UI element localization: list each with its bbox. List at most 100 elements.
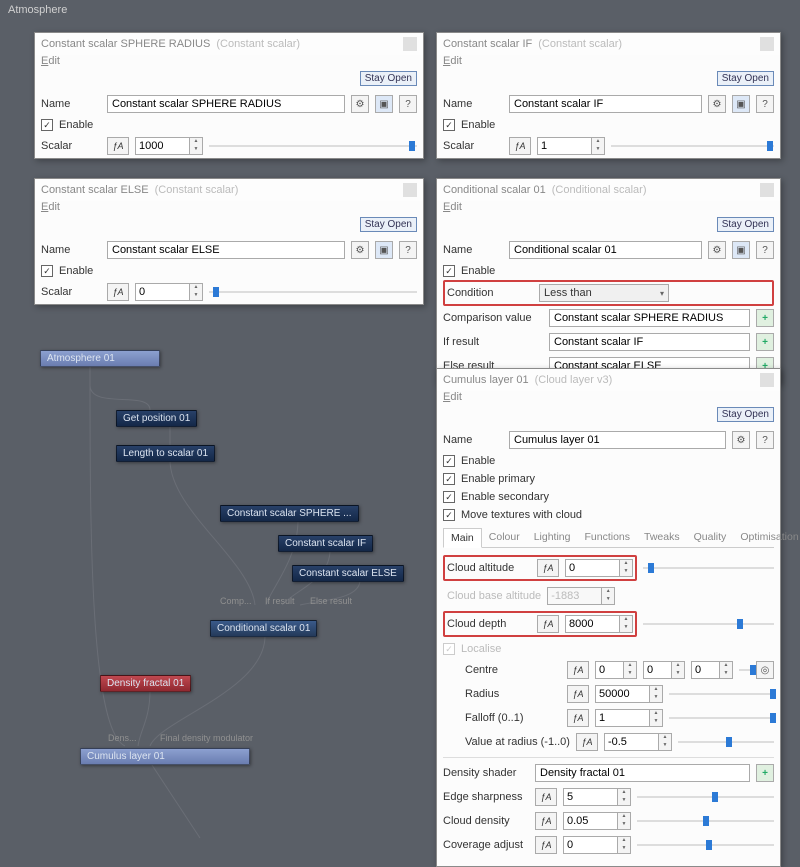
if-result-input[interactable] [549, 333, 750, 351]
close-icon[interactable] [760, 37, 774, 51]
tab-tweaks[interactable]: Tweaks [637, 528, 687, 547]
fx-button[interactable]: ƒA [107, 283, 129, 301]
cloud-depth-spinner[interactable]: ▲▼ [565, 615, 633, 633]
scalar-spinner[interactable]: ▲▼ [537, 137, 605, 155]
node-density-fractal[interactable]: Density fractal 01 [100, 675, 191, 692]
close-icon[interactable] [760, 373, 774, 387]
stay-open-button[interactable]: Stay Open [360, 217, 417, 232]
scalar-spinner[interactable]: ▲▼ [135, 283, 203, 301]
fx-button[interactable]: ƒA [576, 733, 598, 751]
centre-y-spinner[interactable]: ▲▼ [643, 661, 685, 679]
close-icon[interactable] [403, 37, 417, 51]
node-conditional[interactable]: Conditional scalar 01 [210, 620, 317, 637]
help-icon[interactable]: ? [399, 95, 417, 113]
help-icon[interactable]: ? [756, 95, 774, 113]
locate-icon[interactable]: ◎ [756, 661, 774, 679]
edge-sharpness-spinner[interactable]: ▲▼ [563, 788, 631, 806]
enable-checkbox[interactable] [41, 265, 53, 277]
fx-button[interactable]: ƒA [535, 836, 557, 854]
preview-icon[interactable]: ▣ [375, 95, 393, 113]
fx-button[interactable]: ƒA [535, 812, 557, 830]
edit-menu[interactable]: Edit [35, 201, 423, 217]
edge-sharpness-slider[interactable] [637, 790, 774, 804]
fx-button[interactable]: ƒA [537, 559, 559, 577]
centre-x-spinner[interactable]: ▲▼ [595, 661, 637, 679]
radius-slider[interactable] [669, 687, 774, 701]
centre-slider[interactable] [739, 663, 750, 677]
density-shader-input[interactable] [535, 764, 750, 782]
stay-open-button[interactable]: Stay Open [717, 71, 774, 86]
enable-checkbox[interactable] [443, 455, 455, 467]
scalar-slider[interactable] [209, 285, 417, 299]
fx-button[interactable]: ƒA [567, 685, 589, 703]
falloff-spinner[interactable]: ▲▼ [595, 709, 663, 727]
falloff-slider[interactable] [669, 711, 774, 725]
tab-optimisation[interactable]: Optimisation [733, 528, 800, 547]
scalar-spinner[interactable]: ▲▼ [135, 137, 203, 155]
fx-button[interactable]: ƒA [537, 615, 559, 633]
name-input[interactable] [107, 95, 345, 113]
value-at-radius-spinner[interactable]: ▲▼ [604, 733, 672, 751]
name-input[interactable] [509, 431, 726, 449]
enable-checkbox[interactable] [443, 119, 455, 131]
condition-select[interactable]: Less than▾ [539, 284, 669, 302]
cloud-depth-slider[interactable] [643, 617, 774, 631]
help-icon[interactable]: ? [399, 241, 417, 259]
gear-icon[interactable]: ⚙ [732, 431, 750, 449]
tab-quality[interactable]: Quality [687, 528, 734, 547]
stay-open-button[interactable]: Stay Open [360, 71, 417, 86]
name-input[interactable] [509, 95, 702, 113]
edit-menu[interactable]: Edit [35, 55, 423, 71]
gear-icon[interactable]: ⚙ [708, 95, 726, 113]
comparison-input[interactable] [549, 309, 750, 327]
radius-spinner[interactable]: ▲▼ [595, 685, 663, 703]
add-icon[interactable]: + [756, 764, 774, 782]
scalar-slider[interactable] [611, 139, 774, 153]
move-textures-checkbox[interactable] [443, 509, 455, 521]
node-length-to-scalar[interactable]: Length to scalar 01 [116, 445, 215, 462]
node-sphere[interactable]: Constant scalar SPHERE ... [220, 505, 359, 522]
centre-z-spinner[interactable]: ▲▼ [691, 661, 733, 679]
edit-menu[interactable]: Edit [437, 55, 780, 71]
tab-functions[interactable]: Functions [577, 528, 637, 547]
enable-checkbox[interactable] [41, 119, 53, 131]
node-get-position[interactable]: Get position 01 [116, 410, 197, 427]
close-icon[interactable] [760, 183, 774, 197]
node-cumulus[interactable]: Cumulus layer 01 [80, 748, 250, 765]
help-icon[interactable]: ? [756, 431, 774, 449]
cloud-altitude-slider[interactable] [643, 561, 774, 575]
add-icon[interactable]: + [756, 309, 774, 327]
fx-button[interactable]: ƒA [509, 137, 531, 155]
tab-lighting[interactable]: Lighting [527, 528, 578, 547]
gear-icon[interactable]: ⚙ [351, 241, 369, 259]
coverage-adjust-spinner[interactable]: ▲▼ [563, 836, 631, 854]
stay-open-button[interactable]: Stay Open [717, 217, 774, 232]
help-icon[interactable]: ? [756, 241, 774, 259]
edit-menu[interactable]: Edit [437, 391, 780, 407]
enable-primary-checkbox[interactable] [443, 473, 455, 485]
name-input[interactable] [107, 241, 345, 259]
close-icon[interactable] [403, 183, 417, 197]
cloud-density-slider[interactable] [637, 814, 774, 828]
node-atmosphere[interactable]: Atmosphere 01 [40, 350, 160, 367]
preview-icon[interactable]: ▣ [732, 241, 750, 259]
cloud-altitude-spinner[interactable]: ▲▼ [565, 559, 633, 577]
fx-button[interactable]: ƒA [567, 709, 589, 727]
enable-checkbox[interactable] [443, 265, 455, 277]
name-input[interactable] [509, 241, 702, 259]
cloud-density-spinner[interactable]: ▲▼ [563, 812, 631, 830]
add-icon[interactable]: + [756, 333, 774, 351]
value-at-radius-slider[interactable] [678, 735, 774, 749]
node-if[interactable]: Constant scalar IF [278, 535, 373, 552]
preview-icon[interactable]: ▣ [375, 241, 393, 259]
node-graph[interactable]: Atmosphere 01 Get position 01 Length to … [20, 330, 420, 840]
preview-icon[interactable]: ▣ [732, 95, 750, 113]
tab-colour[interactable]: Colour [482, 528, 527, 547]
fx-button[interactable]: ƒA [567, 661, 589, 679]
edit-menu[interactable]: Edit [437, 201, 780, 217]
gear-icon[interactable]: ⚙ [351, 95, 369, 113]
scalar-slider[interactable] [209, 139, 417, 153]
gear-icon[interactable]: ⚙ [708, 241, 726, 259]
tab-main[interactable]: Main [443, 528, 482, 548]
enable-secondary-checkbox[interactable] [443, 491, 455, 503]
